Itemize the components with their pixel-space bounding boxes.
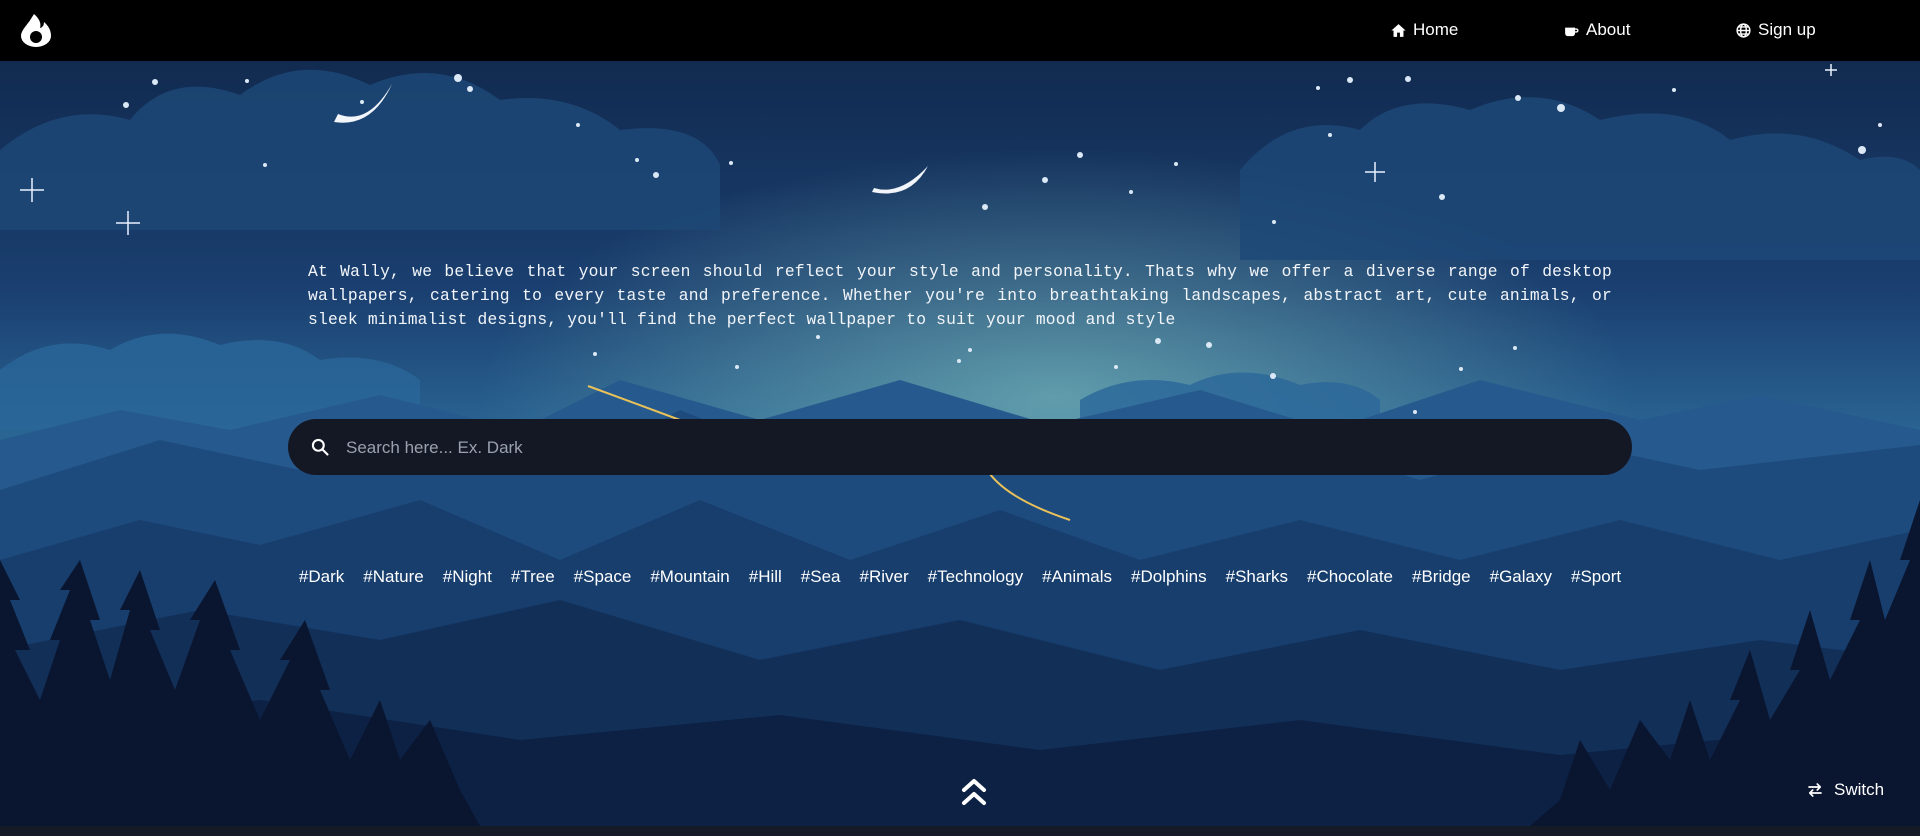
tag-mountain[interactable]: #Mountain (650, 567, 729, 589)
night-mountain-background (0, 0, 1920, 826)
intro-paragraph: At Wally, we believe that your screen sh… (308, 262, 1612, 330)
tag-space[interactable]: #Space (574, 567, 632, 589)
tag-sea[interactable]: #Sea (801, 567, 841, 589)
tag-sharks[interactable]: #Sharks (1226, 567, 1288, 589)
nav-about-label: About (1586, 20, 1631, 39)
tag-nature[interactable]: #Nature (363, 567, 423, 589)
nav-signup-label: Sign up (1758, 20, 1816, 39)
tag-animals[interactable]: #Animals (1042, 567, 1112, 589)
globe-icon (1736, 22, 1751, 38)
nav-home-link[interactable]: Home (1390, 18, 1458, 42)
search-icon (311, 438, 329, 456)
tag-list: #Dark #Nature #Night #Tree #Space #Mount… (288, 567, 1632, 589)
tag-sport[interactable]: #Sport (1571, 567, 1621, 589)
search-bar[interactable] (288, 419, 1632, 477)
nav-signup-link[interactable]: Sign up (1735, 18, 1816, 42)
nav-about-link[interactable]: About (1563, 18, 1630, 42)
search-input[interactable] (344, 419, 1608, 477)
tag-galaxy[interactable]: #Galaxy (1490, 567, 1552, 589)
tag-night[interactable]: #Night (443, 567, 492, 589)
tag-dark[interactable]: #Dark (299, 567, 344, 589)
tag-technology[interactable]: #Technology (928, 567, 1023, 589)
coffee-cup-icon (1565, 27, 1579, 36)
swap-arrows-icon (1808, 783, 1822, 797)
tag-dolphins[interactable]: #Dolphins (1131, 567, 1207, 589)
tag-hill[interactable]: #Hill (749, 567, 782, 589)
navbar: Home About Sign up (0, 0, 1920, 61)
home-icon (1391, 23, 1406, 37)
double-chevron-up-icon[interactable] (960, 776, 988, 808)
tag-bridge[interactable]: #Bridge (1412, 567, 1471, 589)
bottom-strip (0, 826, 1920, 836)
switch-button[interactable]: Switch (1806, 778, 1884, 802)
tag-tree[interactable]: #Tree (511, 567, 555, 589)
tag-chocolate[interactable]: #Chocolate (1307, 567, 1393, 589)
switch-label: Switch (1834, 780, 1885, 799)
nav-home-label: Home (1413, 20, 1459, 39)
tag-river[interactable]: #River (860, 567, 909, 589)
flame-icon[interactable] (20, 13, 52, 47)
